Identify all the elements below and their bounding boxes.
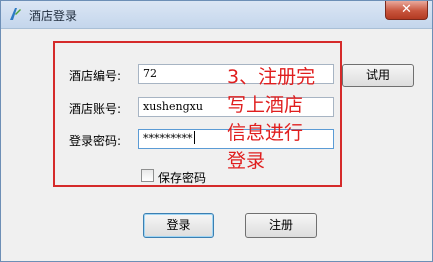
app-icon (7, 6, 23, 22)
test-button[interactable]: 试用 (342, 64, 414, 87)
annotation-line: 信息进行 (227, 122, 304, 144)
window-title: 酒店登录 (29, 9, 78, 23)
password-value: ********* (143, 132, 193, 145)
hotel-id-label: 酒店编号: (69, 69, 122, 83)
remember-password-label[interactable]: 保存密码 (158, 169, 206, 186)
annotation-line: 登录 (227, 150, 266, 172)
hotel-id-value: 72 (143, 67, 157, 80)
login-window: 酒店登录 ✕ 酒店编号: 72 试用 酒店账号: xushengxu 登录密码:… (0, 0, 433, 262)
title-bar: 酒店登录 ✕ (1, 1, 432, 29)
close-icon: ✕ (401, 2, 412, 17)
login-button[interactable]: 登录 (143, 213, 214, 238)
remember-password-checkbox[interactable] (141, 169, 154, 182)
account-label: 酒店账号: (69, 102, 122, 116)
annotation-text: 3、注册完 写上酒店 信息进行 登录 (227, 63, 343, 175)
annotation-line: 写上酒店 (227, 94, 304, 116)
text-caret (193, 131, 195, 144)
password-label: 登录密码: (69, 134, 122, 148)
annotation-line: 3、注册完 (227, 66, 316, 88)
close-button[interactable]: ✕ (385, 1, 428, 20)
register-button[interactable]: 注册 (245, 213, 317, 238)
account-value: xushengxu (143, 100, 203, 113)
